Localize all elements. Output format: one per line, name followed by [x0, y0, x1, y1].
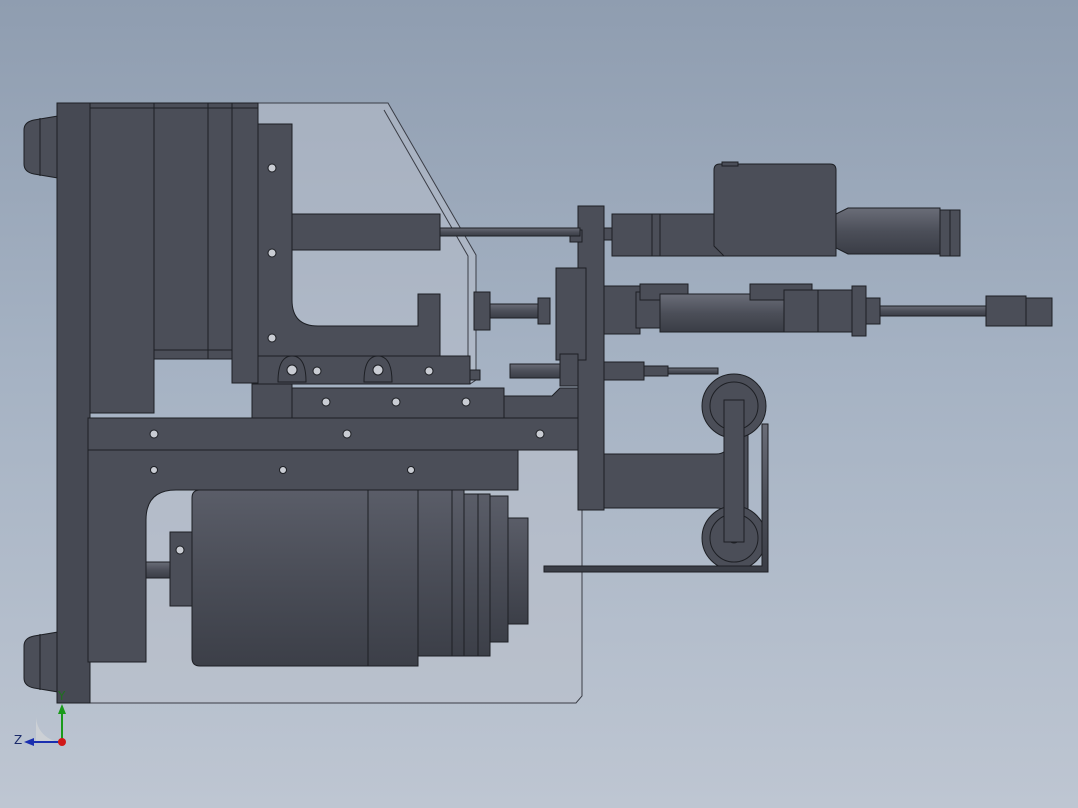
- main-base-plate: [56, 102, 91, 704]
- model-part-shape: [321, 397, 331, 407]
- model-part-shape: [985, 295, 1027, 327]
- upper-pneumatic-cylinder: [439, 161, 961, 257]
- model-part-shape: [169, 531, 193, 607]
- model-part-shape: [145, 561, 173, 579]
- machine-assembly-model[interactable]: Y Z: [0, 0, 1078, 808]
- model-part-shape: [279, 466, 287, 474]
- model-part-shape: [473, 291, 491, 331]
- model-part-shape: [342, 429, 352, 439]
- lower-pneumatic-cylinder: [509, 353, 719, 387]
- model-part-shape: [667, 367, 719, 375]
- model-part-shape: [537, 297, 551, 325]
- model-part-shape: [149, 429, 159, 439]
- cad-graphics-area[interactable]: Y Z: [0, 0, 1078, 808]
- model-part-shape: [24, 738, 34, 746]
- model-part-shape: [723, 399, 745, 543]
- model-group: [23, 102, 1053, 704]
- model-part-shape: [535, 429, 545, 439]
- upper-plate-3: [207, 102, 233, 360]
- model-part-shape: [865, 297, 881, 325]
- model-part-shape: [713, 163, 837, 257]
- model-part-shape: [175, 545, 185, 555]
- model-part-shape: [469, 369, 481, 381]
- x-axis-dot: [58, 738, 66, 746]
- model-part-shape: [312, 366, 322, 376]
- model-part-shape: [417, 489, 453, 657]
- model-part-shape: [286, 364, 298, 376]
- model-part-shape: [817, 289, 855, 333]
- model-part-shape: [489, 303, 541, 319]
- model-part-shape: [783, 289, 819, 333]
- model-part-shape: [611, 204, 725, 257]
- model-part-shape: [267, 333, 277, 343]
- model-part-shape: [267, 248, 277, 258]
- model-part-shape: [23, 115, 59, 179]
- model-part-shape: [603, 361, 645, 381]
- model-part-shape: [58, 704, 66, 714]
- model-part-shape: [879, 305, 987, 317]
- model-part-shape: [851, 285, 867, 337]
- model-part-shape: [509, 363, 561, 379]
- model-part-shape: [603, 285, 641, 335]
- linear-rail: [251, 383, 293, 419]
- model-part-shape: [391, 397, 401, 407]
- upper-plate-4: [231, 102, 259, 384]
- drive-motor: [145, 489, 529, 667]
- triad-y-label: Y: [57, 689, 66, 703]
- model-part-shape: [835, 207, 941, 255]
- model-part-shape: [191, 489, 369, 667]
- triad-z-label: Z: [14, 733, 22, 747]
- model-part-shape: [424, 366, 434, 376]
- model-part-shape: [150, 466, 158, 474]
- model-part-shape: [439, 227, 581, 237]
- coordinate-triad: Y Z: [14, 689, 66, 747]
- model-part-shape: [36, 716, 62, 742]
- model-part-shape: [559, 353, 579, 387]
- model-part-shape: [555, 267, 587, 361]
- mounting-foot-bottom: [23, 631, 59, 693]
- model-part-shape: [721, 161, 739, 167]
- upper-plate-2: [153, 102, 209, 360]
- model-part-shape: [1025, 297, 1053, 327]
- model-part-shape: [267, 163, 277, 173]
- model-part-shape: [643, 365, 669, 377]
- model-part-shape: [463, 493, 479, 657]
- model-part-shape: [23, 631, 59, 693]
- upper-arm: [291, 213, 441, 251]
- horizontal-base-beam: [87, 417, 583, 451]
- model-part-shape: [489, 495, 509, 643]
- model-part-shape: [461, 397, 471, 407]
- model-part-shape: [372, 364, 384, 376]
- upper-plate-1: [89, 102, 155, 414]
- model-part-shape: [477, 493, 491, 657]
- model-part-shape: [451, 489, 465, 657]
- model-part-shape: [407, 466, 415, 474]
- model-part-shape: [507, 517, 529, 625]
- model-part-shape: [367, 489, 419, 667]
- model-part-shape: [503, 387, 579, 419]
- mounting-foot-top: [23, 115, 59, 179]
